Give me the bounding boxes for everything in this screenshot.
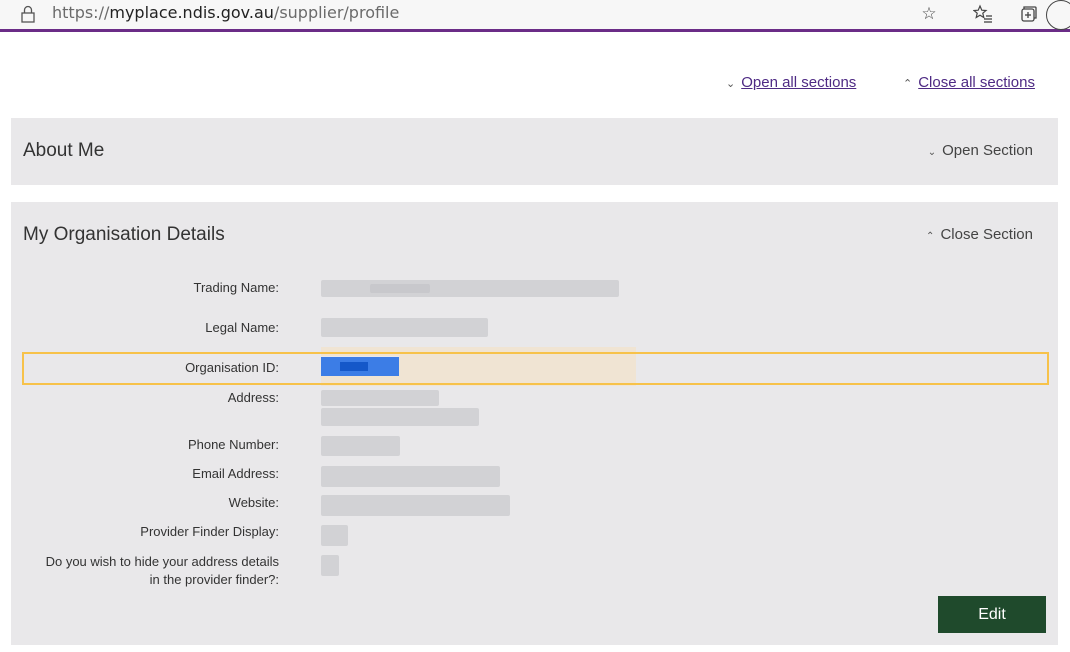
url-field[interactable]: https://myplace.ndis.gov.au/supplier/pro… xyxy=(52,3,399,23)
hide-address-label-line1: Do you wish to hide your address details xyxy=(45,554,279,569)
trading-name-value xyxy=(321,280,619,297)
open-all-sections-label: Open all sections xyxy=(741,74,857,91)
legal-name-label: Legal Name: xyxy=(205,320,279,335)
about-me-panel: About Me ⌄ Open Section xyxy=(11,118,1058,185)
organisation-id-highlight xyxy=(22,352,1049,385)
browser-address-bar: https://myplace.ndis.gov.au/supplier/pro… xyxy=(0,0,1070,32)
email-address-label: Email Address: xyxy=(192,466,279,481)
about-me-title: About Me xyxy=(23,140,105,161)
star-icon[interactable]: ☆ xyxy=(919,4,939,24)
organisation-details-title: My Organisation Details xyxy=(23,224,225,245)
chevron-up-icon: ⌃ xyxy=(903,78,913,90)
trading-name-value-detail xyxy=(370,284,430,293)
address-value-line2 xyxy=(321,408,479,426)
organisation-id-label: Organisation ID: xyxy=(185,360,279,375)
open-all-sections-link[interactable]: ⌄ Open all sections xyxy=(726,74,856,91)
url-path: /supplier/profile xyxy=(273,3,400,22)
chevron-down-icon: ⌄ xyxy=(726,78,736,90)
email-address-value xyxy=(321,466,500,487)
phone-number-value xyxy=(321,436,400,456)
edit-button[interactable]: Edit xyxy=(938,596,1046,633)
organisation-id-value-selected-text xyxy=(340,362,368,371)
collections-icon[interactable] xyxy=(1018,4,1038,24)
close-all-sections-link[interactable]: ⌃ Close all sections xyxy=(903,74,1035,91)
chevron-up-icon: ⌃ xyxy=(926,231,935,242)
website-label: Website: xyxy=(228,495,279,510)
address-label: Address: xyxy=(227,390,279,405)
provider-finder-display-label: Provider Finder Display: xyxy=(140,524,279,539)
profile-avatar-icon[interactable] xyxy=(1046,0,1070,30)
trading-name-label: Trading Name: xyxy=(193,280,280,295)
favorites-list-icon[interactable] xyxy=(972,4,993,24)
phone-number-label: Phone Number: xyxy=(187,437,279,452)
provider-finder-display-value xyxy=(321,525,348,546)
hide-address-label-line2: in the provider finder?: xyxy=(149,572,279,587)
hide-address-value xyxy=(321,555,339,576)
open-section-label: Open Section xyxy=(942,142,1033,159)
chevron-down-icon: ⌄ xyxy=(927,147,937,158)
url-scheme: https:// xyxy=(52,3,110,22)
legal-name-value xyxy=(321,318,488,337)
address-value-line1 xyxy=(321,390,439,406)
lock-icon xyxy=(21,5,35,23)
website-value xyxy=(321,495,510,516)
close-all-sections-label: Close all sections xyxy=(918,74,1035,91)
url-host: myplace.ndis.gov.au xyxy=(109,3,274,22)
organisation-details-close-section-button[interactable]: ⌃ Close Section xyxy=(926,226,1033,243)
about-me-open-section-button[interactable]: ⌄ Open Section xyxy=(928,142,1033,159)
close-section-label: Close Section xyxy=(940,226,1033,243)
